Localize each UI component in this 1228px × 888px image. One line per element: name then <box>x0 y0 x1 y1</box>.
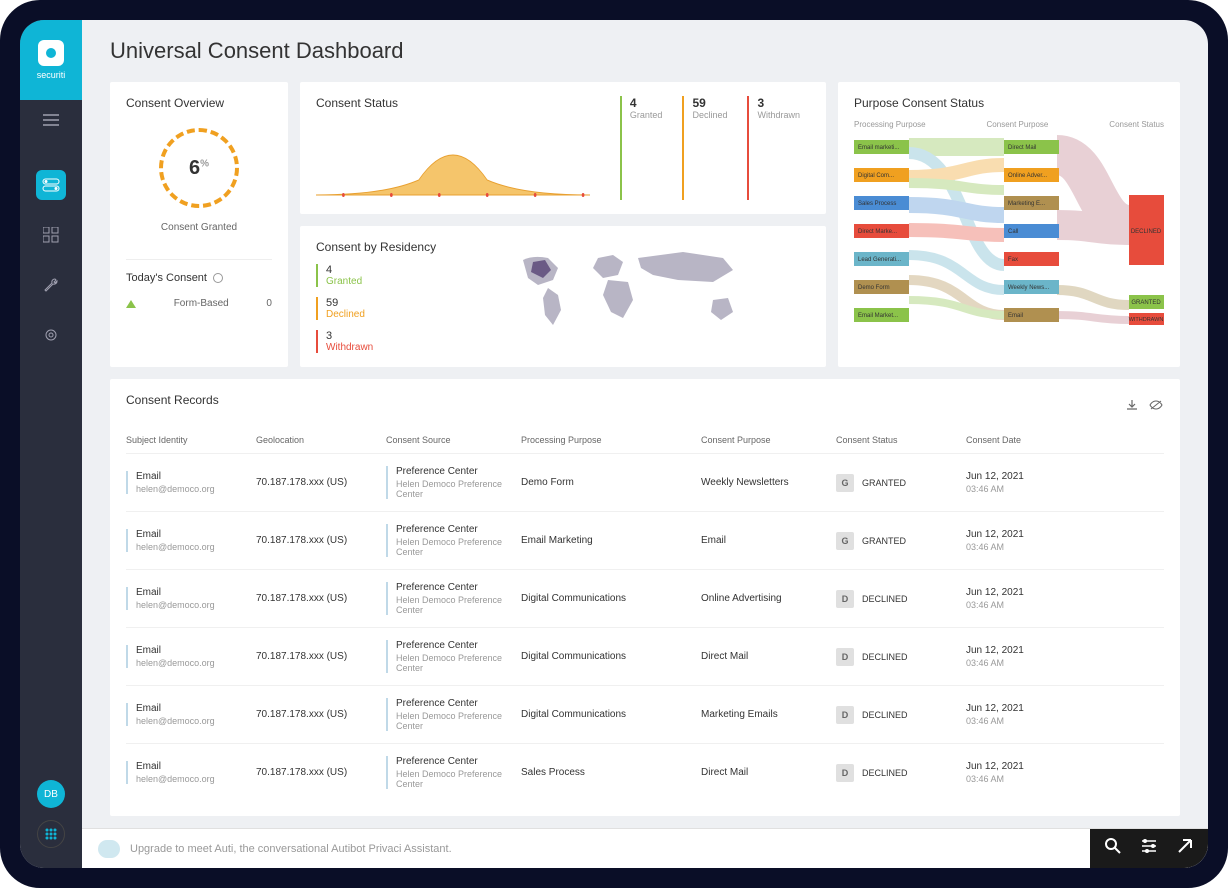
stat-declined: 59 Declined <box>682 96 727 200</box>
svg-text:Digital Com...: Digital Com... <box>858 173 894 179</box>
svg-text:Marketing E...: Marketing E... <box>1008 201 1045 207</box>
status-badge: GGRANTED <box>836 474 906 492</box>
toggle-icon <box>42 178 60 192</box>
stat-granted: 4 Granted <box>620 96 663 200</box>
table-row[interactable]: Emailhelen@democo.org 70.187.178.xxx (US… <box>126 627 1164 685</box>
svg-text:Weekly News...: Weekly News... <box>1008 285 1050 291</box>
status-badge: DDECLINED <box>836 706 908 724</box>
sliders-icon <box>1140 837 1158 855</box>
nav-settings[interactable] <box>36 320 66 350</box>
svg-text:Direct Mail: Direct Mail <box>1008 145 1036 151</box>
res-declined: 59 Declined <box>316 297 436 320</box>
svg-text:DECLINED: DECLINED <box>1131 229 1162 235</box>
purpose-card: Purpose Consent Status Processing Purpos… <box>838 82 1180 367</box>
svg-text:Email Market...: Email Market... <box>858 313 898 319</box>
status-card: Consent Status <box>300 82 826 214</box>
visibility-button[interactable] <box>1148 397 1164 413</box>
logo-icon <box>38 40 64 66</box>
table-row[interactable]: Emailhelen@democo.org 70.187.178.xxx (US… <box>126 743 1164 801</box>
arrow-icon <box>1176 837 1194 855</box>
table-row[interactable]: Emailhelen@democo.org 70.187.178.xxx (US… <box>126 685 1164 743</box>
eye-off-icon <box>1149 399 1163 411</box>
bottom-bar: Upgrade to meet Auti, the conversational… <box>82 828 1208 868</box>
chat-icon[interactable] <box>98 840 120 858</box>
status-badge: DDECLINED <box>836 648 908 666</box>
records-title: Consent Records <box>126 393 219 407</box>
overview-label: Consent Granted <box>161 222 237 233</box>
expand-button[interactable] <box>1176 837 1194 860</box>
overview-card: Consent Overview 6% Consent Granted <box>110 82 288 367</box>
nav-consent[interactable] <box>36 170 66 200</box>
overview-value: 6% <box>189 157 209 180</box>
svg-text:Call: Call <box>1008 229 1018 235</box>
svg-text:Email marketi...: Email marketi... <box>858 145 900 151</box>
apps-icon[interactable] <box>37 820 65 848</box>
stat-withdrawn: 3 Withdrawn <box>747 96 800 200</box>
residency-card: Consent by Residency 4 Granted 59 Declin… <box>300 226 826 367</box>
search-icon <box>1104 837 1122 855</box>
brand-logo[interactable]: securiti <box>20 20 82 100</box>
svg-text:Sales Process: Sales Process <box>858 201 896 207</box>
status-chart <box>316 120 590 200</box>
table-header: Subject Identity Geolocation Consent Sou… <box>126 427 1164 453</box>
status-badge: GGRANTED <box>836 532 906 550</box>
download-icon <box>1126 399 1138 411</box>
table-row[interactable]: Emailhelen@democo.org 70.187.178.xxx (US… <box>126 569 1164 627</box>
status-title: Consent Status <box>316 96 590 110</box>
wrench-icon <box>43 277 59 293</box>
brand-name: securiti <box>37 70 66 80</box>
trend-up-icon <box>126 300 136 308</box>
status-badge: DDECLINED <box>836 764 908 782</box>
clock-icon <box>213 273 223 283</box>
nav-dashboard[interactable] <box>36 220 66 250</box>
filter-button[interactable] <box>1140 837 1158 860</box>
grid-icon <box>43 227 59 243</box>
status-badge: DDECLINED <box>836 590 908 608</box>
gear-icon <box>43 327 59 343</box>
search-button[interactable] <box>1104 837 1122 860</box>
svg-text:Email: Email <box>1008 313 1023 319</box>
sidebar: securiti DB <box>20 20 82 868</box>
page-title: Universal Consent Dashboard <box>110 38 1180 64</box>
menu-toggle[interactable] <box>20 100 82 140</box>
residency-title: Consent by Residency <box>316 240 436 254</box>
overview-title: Consent Overview <box>126 96 272 110</box>
today-title: Today's Consent <box>126 272 207 284</box>
svg-text:Demo Form: Demo Form <box>858 285 890 291</box>
page-header: Universal Consent Dashboard <box>82 20 1208 82</box>
res-granted: 4 Granted <box>316 264 436 287</box>
svg-text:GRANTED: GRANTED <box>1131 300 1161 306</box>
records-card: Consent Records Subject Identity G <box>110 379 1180 816</box>
svg-text:Online Adver...: Online Adver... <box>1008 173 1047 179</box>
sankey-chart: Email marketi... Digital Com... Sales Proc… <box>854 135 1164 335</box>
svg-text:Fax: Fax <box>1008 257 1018 263</box>
purpose-title: Purpose Consent Status <box>854 96 1164 110</box>
svg-text:Lead Generati...: Lead Generati... <box>858 257 901 263</box>
user-avatar[interactable]: DB <box>37 780 65 808</box>
table-row[interactable]: Emailhelen@democo.org 70.187.178.xxx (US… <box>126 453 1164 511</box>
svg-text:Direct Marke...: Direct Marke... <box>858 229 897 235</box>
world-map <box>456 240 810 340</box>
download-button[interactable] <box>1124 397 1140 413</box>
nav-tools[interactable] <box>36 270 66 300</box>
res-withdrawn: 3 Withdrawn <box>316 330 436 353</box>
hamburger-icon <box>43 114 59 126</box>
svg-text:WITHDRAWN: WITHDRAWN <box>1129 317 1164 323</box>
table-row[interactable]: Emailhelen@democo.org 70.187.178.xxx (US… <box>126 511 1164 569</box>
upgrade-text: Upgrade to meet Auti, the conversational… <box>130 843 1090 855</box>
today-row: Form-Based 0 <box>126 298 272 309</box>
